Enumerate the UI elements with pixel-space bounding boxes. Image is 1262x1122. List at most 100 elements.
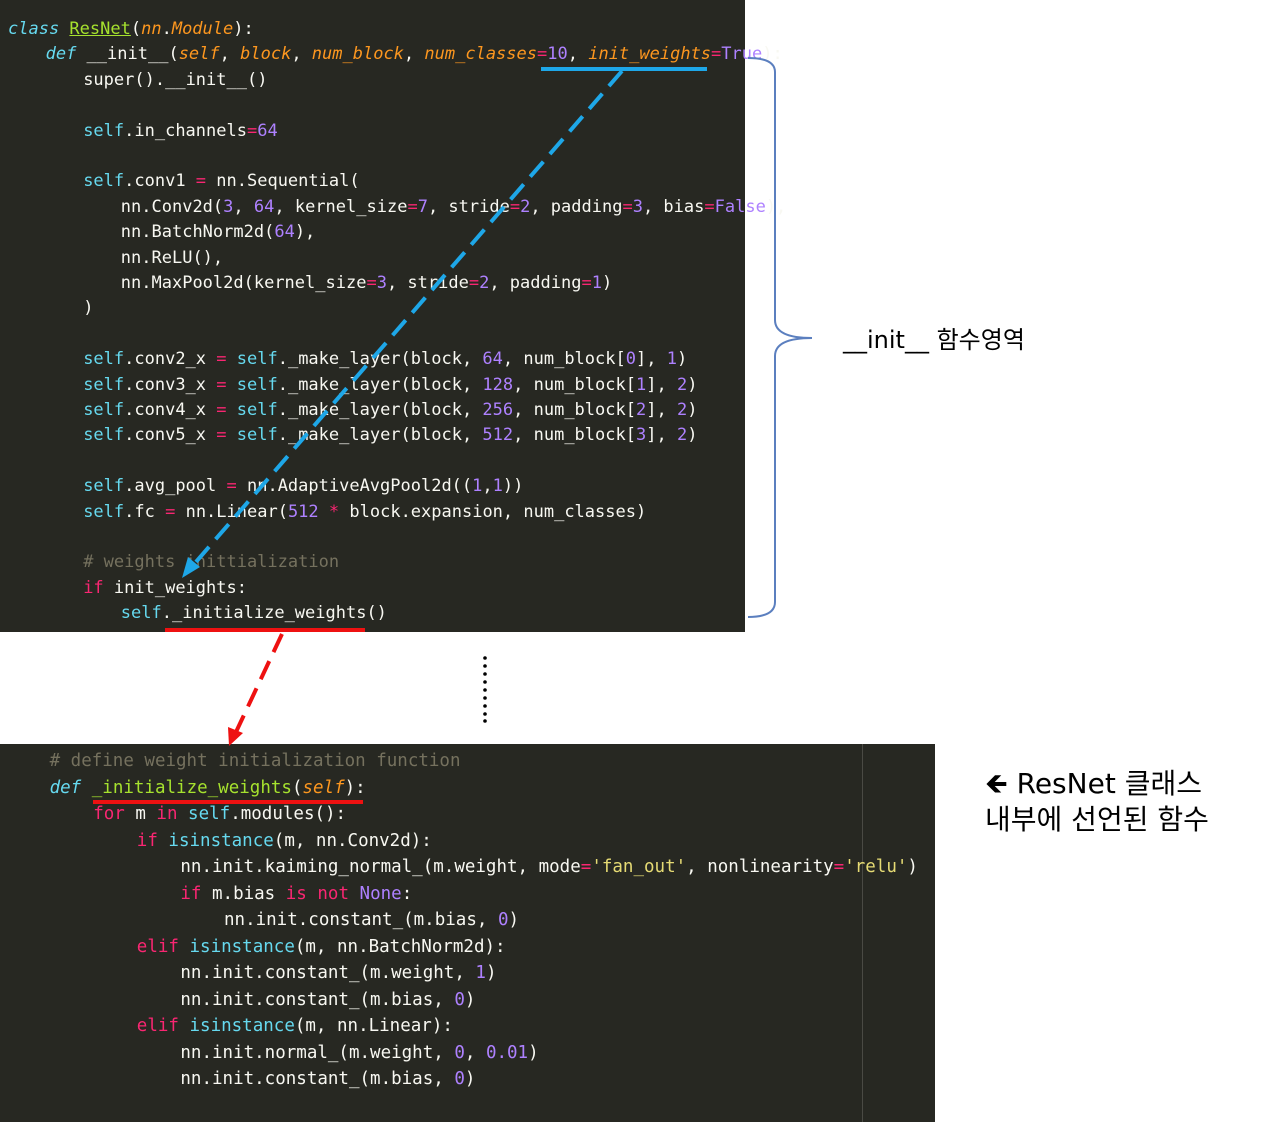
code-token: , stride bbox=[386, 273, 469, 293]
code-token: , padding bbox=[530, 196, 623, 217]
code-token: 2 bbox=[676, 425, 688, 446]
code-token: m.bias bbox=[201, 883, 286, 904]
code-token: (). bbox=[134, 69, 166, 90]
code-token: nn.BatchNorm2d( bbox=[120, 222, 275, 243]
code-token: num_block bbox=[311, 44, 404, 65]
code-token: = bbox=[165, 501, 176, 522]
code-token: nn bbox=[141, 19, 162, 39]
code-token: nn.init.kaiming_normal_(m.weight, mode bbox=[180, 857, 581, 877]
code-token: ), bbox=[294, 222, 316, 243]
code-token: = bbox=[468, 273, 480, 293]
code-token: 0 bbox=[497, 910, 509, 930]
code-token: ) bbox=[464, 989, 476, 1010]
code-token: self bbox=[83, 349, 125, 370]
code-token: ), bbox=[765, 196, 787, 217]
code-token: ) bbox=[687, 374, 698, 395]
code-token: 0.01 bbox=[485, 1042, 529, 1063]
code-token: , kernel_size bbox=[274, 196, 408, 217]
code-token: . bbox=[161, 19, 172, 39]
code-line: self.conv3_x = self._make_layer(block, 1… bbox=[83, 373, 697, 397]
code-token: .conv5_x bbox=[124, 425, 217, 446]
code-token: , stride bbox=[427, 196, 510, 217]
code-token: nn.init.constant_(m.bias, bbox=[180, 1069, 455, 1089]
code-token: ._initialize_weights() bbox=[161, 603, 387, 624]
code-line: ) bbox=[83, 296, 93, 320]
code-token: nn.init.normal_(m.weight, bbox=[180, 1042, 455, 1063]
code-token: init_weights: bbox=[103, 577, 247, 598]
code-token: .modules(): bbox=[230, 804, 347, 824]
code-line: nn.init.constant_(m.bias, 0) bbox=[180, 1067, 475, 1091]
code-token: ) bbox=[528, 1042, 539, 1063]
code-token: init_weights bbox=[588, 44, 712, 65]
code-line: def _initialize_weights(self): bbox=[50, 776, 366, 800]
code-token: 64 bbox=[274, 222, 295, 243]
code-token: , bbox=[233, 196, 254, 217]
code-token: for bbox=[93, 804, 125, 824]
code-token: = bbox=[216, 425, 227, 446]
code-token: 2 bbox=[520, 196, 531, 217]
code-token: .conv4_x bbox=[124, 400, 217, 420]
code-token: 2 bbox=[676, 400, 688, 420]
code-token: .conv3_x bbox=[124, 374, 217, 395]
code-token: = bbox=[537, 44, 548, 65]
code-token: , bbox=[464, 1042, 486, 1063]
code-token: __init__ bbox=[165, 69, 247, 90]
code-line: nn.init.constant_(m.weight, 1) bbox=[180, 961, 496, 985]
code-editor-bottom: # define weight initialization function d… bbox=[0, 744, 935, 1122]
code-token: : bbox=[401, 883, 413, 904]
code-token: , bbox=[403, 44, 425, 65]
code-token: ) bbox=[687, 425, 698, 446]
code-line: class ResNet(nn.Module): bbox=[8, 17, 254, 41]
code-line: if init_weights: bbox=[83, 576, 247, 600]
code-token: self bbox=[302, 777, 345, 798]
code-token: isinstance bbox=[189, 1016, 295, 1036]
code-line: self.conv1 = nn.Sequential( bbox=[83, 169, 359, 193]
code-token: m bbox=[124, 804, 157, 824]
code-token: nn.init.constant_(m.weight, bbox=[180, 963, 476, 983]
code-token: , num_block[ bbox=[513, 374, 636, 395]
code-token: 64 bbox=[257, 120, 278, 141]
code-token: = bbox=[711, 44, 722, 65]
code-token: = bbox=[216, 349, 227, 370]
code-token: Module bbox=[171, 19, 234, 39]
code-token: None bbox=[359, 883, 402, 904]
code-token: 2 bbox=[635, 400, 647, 420]
code-token: if bbox=[180, 883, 202, 904]
code-token: ) bbox=[601, 273, 613, 293]
code-token: num_classes bbox=[424, 44, 537, 65]
code-token: = bbox=[216, 374, 227, 395]
code-token: ): bbox=[344, 777, 366, 798]
code-token: ._make_layer(block, bbox=[277, 349, 483, 370]
code-line: # weights inittialization bbox=[83, 550, 339, 574]
code-token: self bbox=[83, 120, 125, 141]
code-token: 'relu' bbox=[844, 857, 908, 877]
code-token: 1 bbox=[591, 273, 602, 293]
code-token: nn.ReLU(), bbox=[120, 247, 224, 268]
code-token: = bbox=[580, 857, 592, 877]
code-token: ._make_layer(block, bbox=[277, 374, 483, 395]
code-token: 64 bbox=[253, 196, 275, 217]
code-token: = bbox=[366, 273, 377, 293]
code-token: self bbox=[83, 425, 125, 446]
code-line: nn.init.constant_(m.bias, 0) bbox=[180, 988, 475, 1012]
code-token: = bbox=[509, 196, 521, 217]
code-token: self bbox=[236, 400, 278, 420]
code-token: elif bbox=[136, 936, 179, 957]
code-line: nn.init.constant_(m.bias, 0) bbox=[224, 908, 519, 932]
code-token: ], bbox=[646, 374, 677, 395]
code-token: 3 bbox=[632, 196, 643, 217]
code-line: nn.init.kaiming_normal_(m.weight, mode= '… bbox=[180, 855, 918, 879]
ellipsis-dots bbox=[483, 656, 487, 723]
code-token: ( bbox=[291, 777, 303, 798]
code-token: , nonlinearity bbox=[686, 857, 834, 877]
code-line: self._initialize_weights() bbox=[121, 601, 387, 625]
code-token: ) bbox=[676, 349, 688, 370]
code-token: .conv1 bbox=[124, 171, 196, 192]
code-token: .in_channels bbox=[124, 120, 247, 141]
